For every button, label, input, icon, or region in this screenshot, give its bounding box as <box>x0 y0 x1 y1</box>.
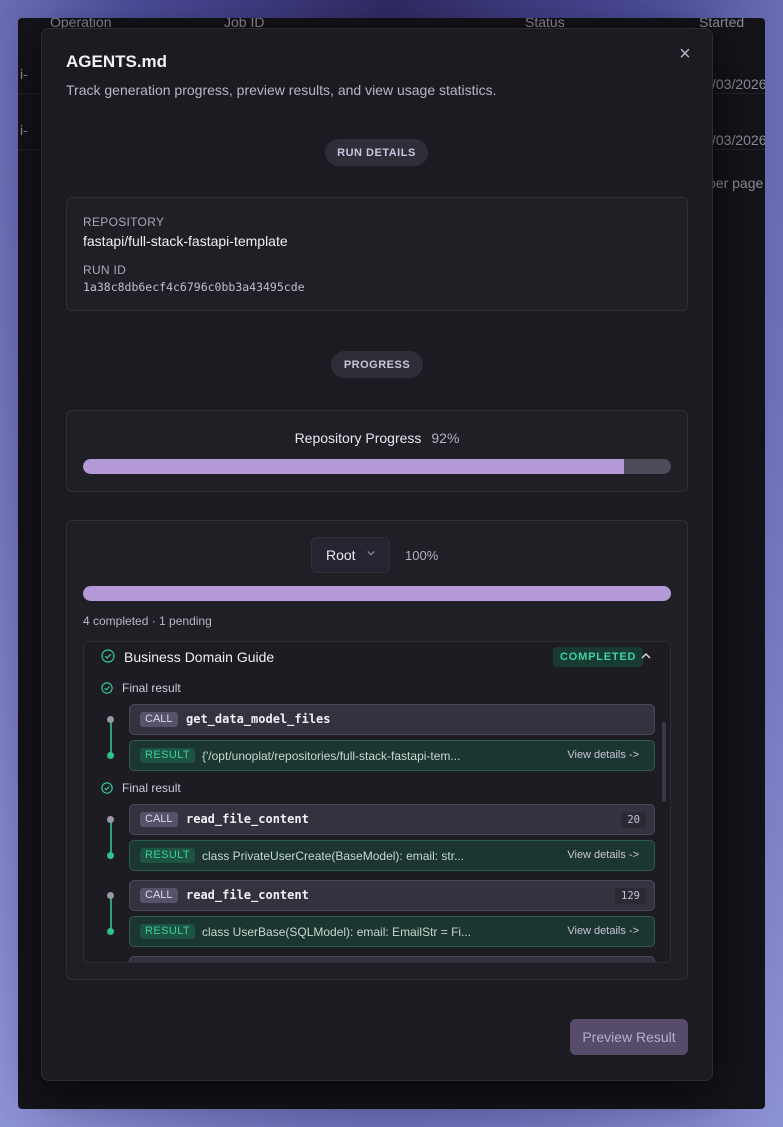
tool-call-row[interactable]: CALL read_file_content 20 <box>129 804 655 835</box>
modal-subtitle: Track generation progress, preview resul… <box>66 82 497 98</box>
chevron-down-icon <box>367 550 375 556</box>
bg-cell-date: /03/2026 <box>712 132 765 148</box>
repository-progress-percent: 92% <box>431 430 460 446</box>
scope-select-value: Root <box>326 547 356 563</box>
timeline-dot-call <box>107 892 114 899</box>
timeline-dot-result <box>107 752 114 759</box>
tool-result-row: RESULT class UserBase(SQLModel): email: … <box>129 916 655 947</box>
result-tag: RESULT <box>140 848 195 863</box>
view-details-link[interactable]: View details -> <box>567 925 639 937</box>
chevron-up-icon[interactable] <box>641 651 651 661</box>
status-badge: COMPLETED <box>553 647 644 667</box>
call-line-count: 129 <box>615 888 646 904</box>
bg-cell-prefix: i- <box>20 122 28 138</box>
run-id-label: RUN ID <box>83 263 127 277</box>
agents-modal: × AGENTS.md Track generation progress, p… <box>41 28 713 1081</box>
call-tag: CALL <box>140 812 178 827</box>
run-id-value: 1a38c8db6ecf4c6796c0bb3a43495cde <box>83 280 305 294</box>
check-circle-icon <box>101 649 115 663</box>
task-scrollbar[interactable] <box>662 722 666 802</box>
call-tag: CALL <box>140 712 178 727</box>
view-details-link[interactable]: View details -> <box>567 749 639 761</box>
tool-result-row: RESULT {'/opt/unoplat/repositories/full-… <box>129 740 655 771</box>
call-function-name: read_file_content <box>186 812 309 826</box>
call-line-count: 20 <box>621 812 646 828</box>
repository-progress-heading: Repository Progress 92% <box>67 430 687 446</box>
task-header[interactable]: Business Domain Guide COMPLETED <box>84 642 670 672</box>
run-details-section-label: RUN DETAILS <box>325 139 428 166</box>
call-function-name: get_data_model_files <box>186 712 331 726</box>
close-icon[interactable]: × <box>674 43 696 65</box>
preview-result-button[interactable]: Preview Result <box>570 1019 688 1055</box>
repository-progress-fill <box>83 459 624 474</box>
scope-progress-fill <box>83 586 671 601</box>
final-result-label: Final result <box>122 781 181 795</box>
scope-progress-percent: 100% <box>405 548 439 563</box>
repository-progress-title: Repository Progress <box>294 430 422 446</box>
tool-call-row[interactable]: CALL read_file_content 129 <box>129 880 655 911</box>
result-tag: RESULT <box>140 924 195 939</box>
timeline-dot-result <box>107 852 114 859</box>
bg-cell-date: /03/2026 <box>712 76 765 92</box>
bg-per-page: per page <box>708 175 764 191</box>
call-tag: CALL <box>140 888 178 903</box>
modal-title: AGENTS.md <box>66 52 168 71</box>
repository-value: fastapi/full-stack-fastapi-template <box>83 233 288 249</box>
call-function-name: read_file_content <box>186 888 309 902</box>
progress-section-label: PROGRESS <box>331 351 423 378</box>
scope-progress-bar <box>83 586 671 601</box>
scope-progress-card: Root 100% 4 completed · 1 pending Busine… <box>66 520 688 980</box>
timeline-dot-call <box>107 716 114 723</box>
progress-summary: 4 completed · 1 pending <box>83 614 212 628</box>
final-result-label: Final result <box>122 681 181 695</box>
check-circle-icon <box>101 782 113 794</box>
scope-select[interactable]: Root <box>311 537 390 573</box>
check-circle-icon <box>101 682 113 694</box>
repository-progress-card: Repository Progress 92% <box>66 410 688 492</box>
result-preview: class UserBase(SQLModel): email: EmailSt… <box>202 925 472 939</box>
result-preview: {'/opt/unoplat/repositories/full-stack-f… <box>202 749 461 763</box>
task-panel: Business Domain Guide COMPLETED Final re… <box>83 641 671 963</box>
task-title: Business Domain Guide <box>124 649 275 665</box>
bg-cell-prefix: i- <box>20 66 28 82</box>
run-details-card: REPOSITORY fastapi/full-stack-fastapi-te… <box>66 197 688 311</box>
repository-label: REPOSITORY <box>83 215 165 229</box>
view-details-link[interactable]: View details -> <box>567 849 639 861</box>
tool-result-row: RESULT class PrivateUserCreate(BaseModel… <box>129 840 655 871</box>
tool-call-row-partial[interactable] <box>129 956 655 962</box>
result-preview: class PrivateUserCreate(BaseModel): emai… <box>202 849 465 863</box>
timeline-dot-result <box>107 928 114 935</box>
timeline-dot-call <box>107 816 114 823</box>
tool-call-row[interactable]: CALL get_data_model_files <box>129 704 655 735</box>
repository-progress-bar <box>83 459 671 474</box>
result-tag: RESULT <box>140 748 195 763</box>
